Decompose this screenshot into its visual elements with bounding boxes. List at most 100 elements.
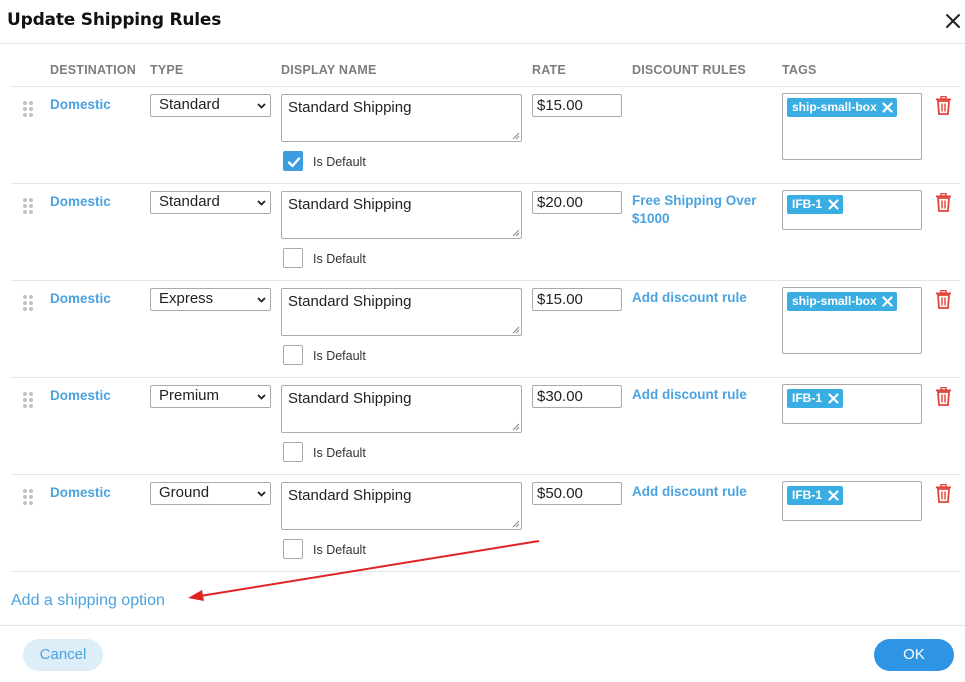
drag-handle-icon[interactable] [23, 295, 33, 311]
is-default-checkbox[interactable] [283, 539, 303, 559]
dialog-title: Update Shipping Rules [7, 10, 222, 30]
rate-input[interactable]: $50.00 [532, 482, 622, 505]
type-select-value: Standard [159, 193, 220, 210]
destination-link[interactable]: Domestic [50, 97, 111, 112]
is-default-label: Is Default [313, 155, 366, 169]
drag-handle-icon[interactable] [23, 392, 33, 408]
type-select-value: Premium [159, 387, 220, 404]
resize-grip-icon[interactable] [512, 423, 520, 431]
shipping-rule-row: Domestic Premium Standard Shipping $30.00 Is… [11, 378, 960, 475]
tag-chip: ship-small-box [787, 98, 897, 117]
type-select[interactable]: Standard [150, 191, 271, 214]
shipping-rule-row: Domestic Ground Standard Shipping $50.00 Is … [11, 475, 960, 572]
is-default-label: Is Default [313, 252, 366, 266]
trash-icon[interactable] [935, 387, 952, 406]
chevron-down-icon [257, 297, 266, 303]
tags-input[interactable]: IFB-1 [782, 481, 922, 521]
tag-chip: IFB-1 [787, 389, 843, 408]
discount-rule-link[interactable]: Add discount rule [632, 289, 772, 307]
add-shipping-option-link[interactable]: Add a shipping option [11, 592, 165, 610]
tags-input[interactable]: IFB-1 [782, 190, 922, 230]
is-default-label: Is Default [313, 349, 366, 363]
chevron-down-icon [257, 200, 266, 206]
display-name-value: Standard Shipping [288, 293, 412, 310]
trash-icon[interactable] [935, 290, 952, 309]
column-header-discount-rules: DISCOUNT RULES [632, 63, 746, 77]
chevron-down-icon [257, 394, 266, 400]
checkmark-icon [287, 157, 301, 168]
destination-link[interactable]: Domestic [50, 194, 111, 209]
tag-label: IFB-1 [792, 391, 822, 405]
column-header-tags: TAGS [782, 63, 817, 77]
drag-handle-icon[interactable] [23, 489, 33, 505]
tag-chip: IFB-1 [787, 486, 843, 505]
tag-remove-icon[interactable] [828, 199, 839, 210]
trash-icon[interactable] [935, 484, 952, 503]
type-select[interactable]: Express [150, 288, 271, 311]
tag-remove-icon[interactable] [828, 393, 839, 404]
ok-button[interactable]: OK [874, 639, 954, 671]
rate-input[interactable]: $15.00 [532, 94, 622, 117]
is-default-checkbox[interactable] [283, 345, 303, 365]
display-name-field[interactable]: Standard Shipping [281, 94, 522, 142]
shipping-rule-row: Domestic Express Standard Shipping $15.00 Is… [11, 281, 960, 378]
is-default-checkbox[interactable] [283, 248, 303, 268]
is-default-checkbox[interactable] [283, 442, 303, 462]
dialog-footer: Cancel OK [0, 625, 965, 682]
type-select[interactable]: Ground [150, 482, 271, 505]
discount-rule-link[interactable]: Add discount rule [632, 386, 772, 404]
tag-label: IFB-1 [792, 488, 822, 502]
tag-remove-icon[interactable] [882, 102, 893, 113]
rate-input[interactable]: $30.00 [532, 385, 622, 408]
column-header-display-name: DISPLAY NAME [281, 63, 377, 77]
rate-input[interactable]: $20.00 [532, 191, 622, 214]
resize-grip-icon[interactable] [512, 326, 520, 334]
type-select-value: Standard [159, 96, 220, 113]
display-name-field[interactable]: Standard Shipping [281, 482, 522, 530]
display-name-field[interactable]: Standard Shipping [281, 385, 522, 433]
type-select-value: Ground [159, 484, 210, 501]
discount-rule-link[interactable]: Free Shipping Over $1000 [632, 192, 772, 228]
tags-input[interactable]: ship-small-box [782, 93, 922, 160]
tag-remove-icon[interactable] [882, 296, 893, 307]
tag-remove-icon[interactable] [828, 490, 839, 501]
destination-link[interactable]: Domestic [50, 388, 111, 403]
tag-chip: ship-small-box [787, 292, 897, 311]
discount-rule-link[interactable]: Add discount rule [632, 483, 772, 501]
column-header-destination: DESTINATION [50, 63, 136, 77]
chevron-down-icon [257, 491, 266, 497]
is-default-label: Is Default [313, 543, 366, 557]
shipping-rule-row: Domestic Standard Standard Shipping $20.00 I… [11, 184, 960, 281]
drag-handle-icon[interactable] [23, 198, 33, 214]
resize-grip-icon[interactable] [512, 229, 520, 237]
type-select-value: Express [159, 290, 214, 307]
is-default-checkbox[interactable] [283, 151, 303, 171]
tags-input[interactable]: IFB-1 [782, 384, 922, 424]
type-select[interactable]: Standard [150, 94, 271, 117]
column-header-rate: RATE [532, 63, 566, 77]
is-default-label: Is Default [313, 446, 366, 460]
display-name-value: Standard Shipping [288, 390, 412, 407]
trash-icon[interactable] [935, 193, 952, 212]
rate-input[interactable]: $15.00 [532, 288, 622, 311]
tag-label: IFB-1 [792, 197, 822, 211]
tag-label: ship-small-box [792, 294, 877, 308]
display-name-field[interactable]: Standard Shipping [281, 288, 522, 336]
display-name-value: Standard Shipping [288, 487, 412, 504]
shipping-rule-row: Domestic Standard Standard Shipping $15.00 I… [11, 87, 960, 184]
destination-link[interactable]: Domestic [50, 291, 111, 306]
trash-icon[interactable] [935, 96, 952, 115]
tag-chip: IFB-1 [787, 195, 843, 214]
dialog-header: Update Shipping Rules [0, 0, 965, 44]
column-header-type: TYPE [150, 63, 184, 77]
display-name-value: Standard Shipping [288, 99, 412, 116]
resize-grip-icon[interactable] [512, 520, 520, 528]
tags-input[interactable]: ship-small-box [782, 287, 922, 354]
drag-handle-icon[interactable] [23, 101, 33, 117]
type-select[interactable]: Premium [150, 385, 271, 408]
destination-link[interactable]: Domestic [50, 485, 111, 500]
close-icon[interactable] [943, 11, 963, 31]
cancel-button[interactable]: Cancel [23, 639, 103, 671]
display-name-field[interactable]: Standard Shipping [281, 191, 522, 239]
resize-grip-icon[interactable] [512, 132, 520, 140]
